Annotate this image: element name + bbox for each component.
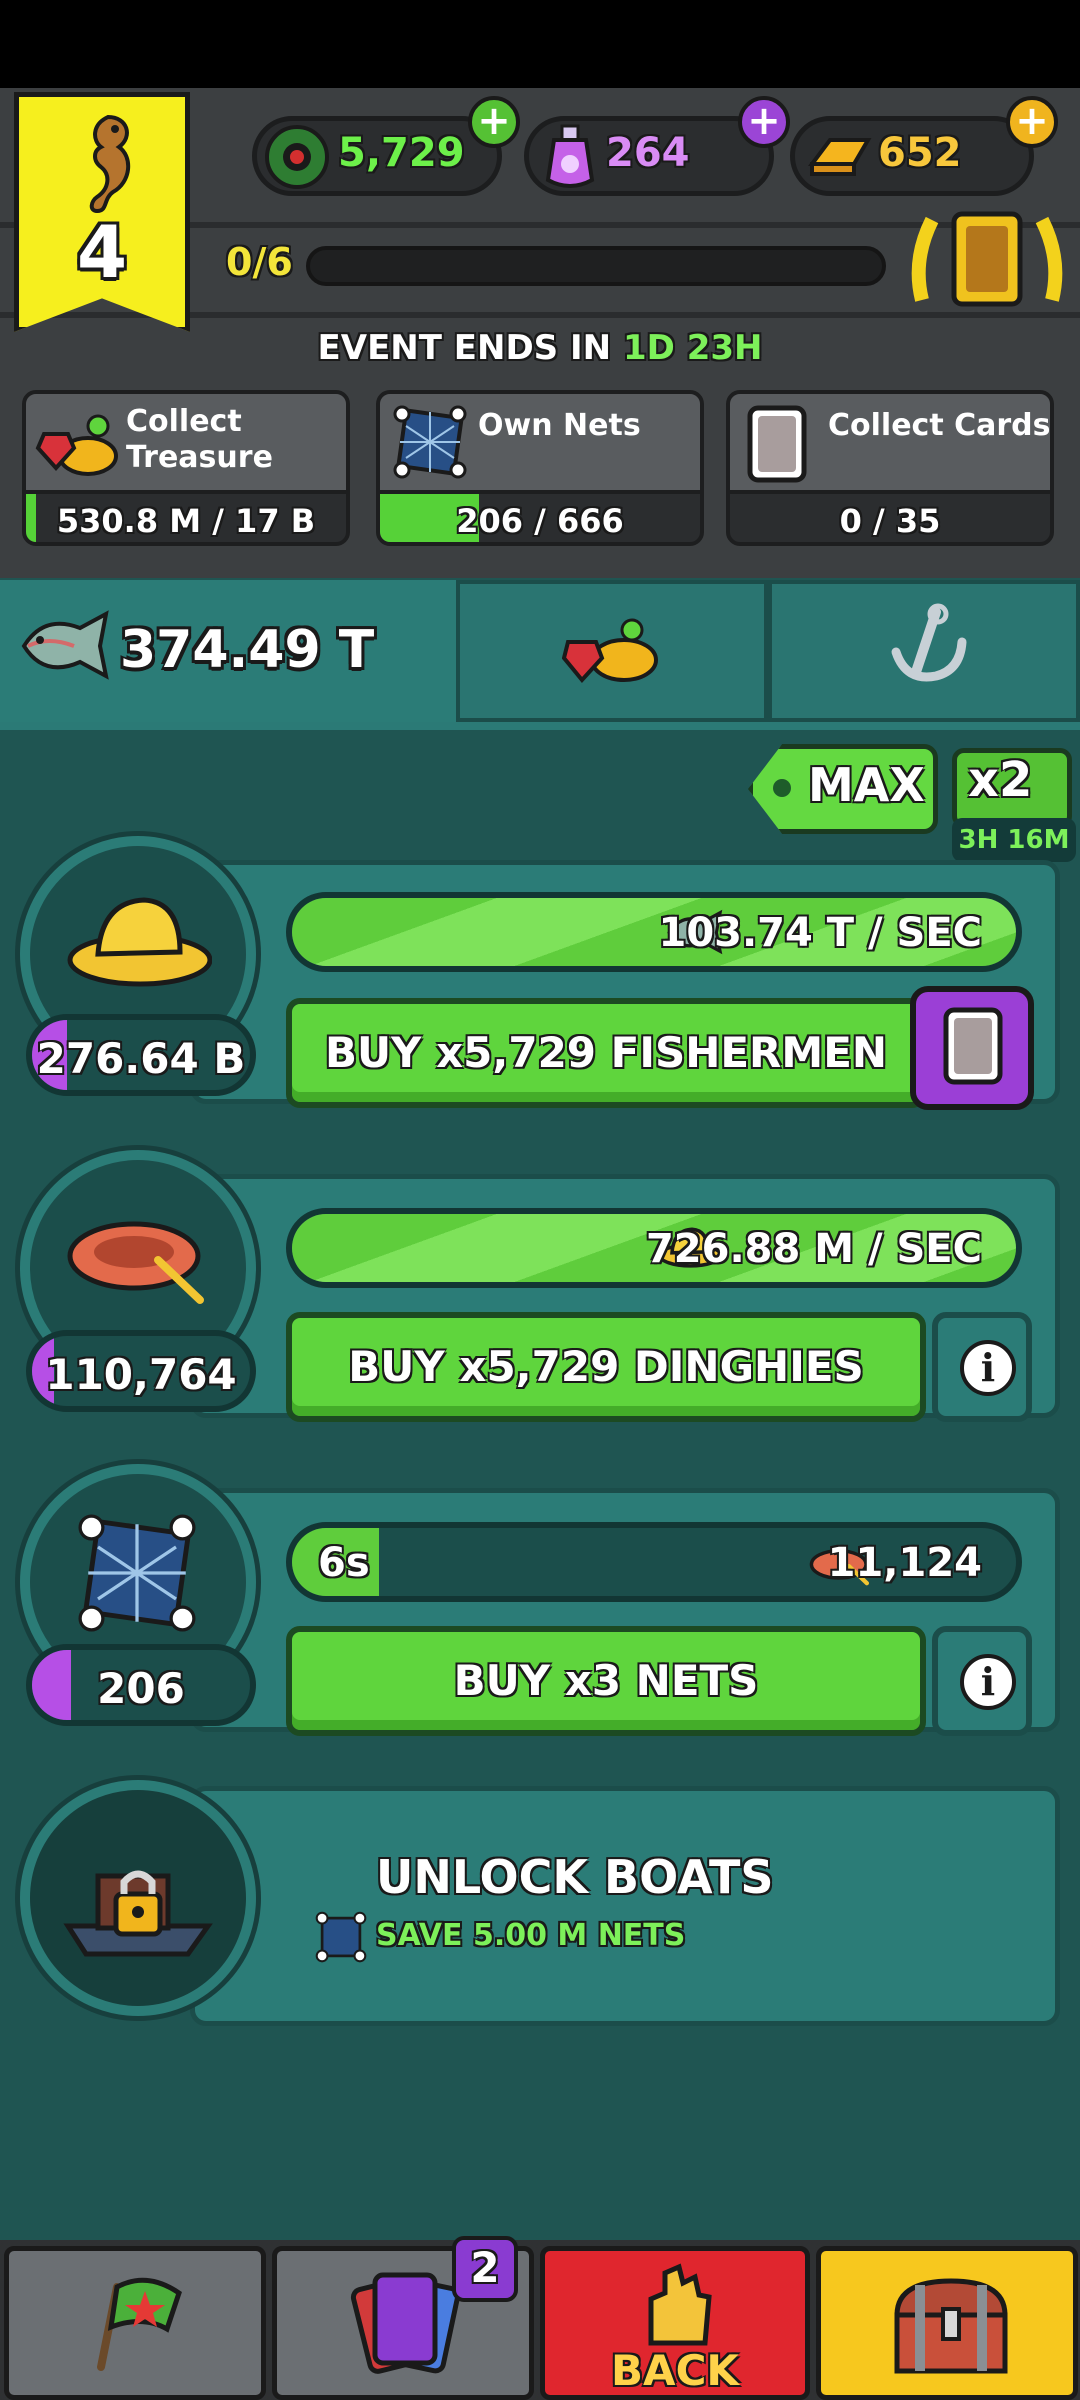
event-timer-days: 1D xyxy=(622,328,675,368)
quest-own-nets[interactable]: Own Nets 206 / 666 xyxy=(376,390,704,550)
nets-count: 206 xyxy=(26,1644,256,1726)
potion-value: 264 xyxy=(606,130,690,176)
dinghy-icon xyxy=(67,1221,204,1304)
gold-bar-icon xyxy=(808,138,872,176)
event-progress-bar xyxy=(306,246,886,286)
event-timer: EVENT ENDS IN 1D 23H xyxy=(0,328,1080,368)
cards-badge: 2 xyxy=(452,2236,518,2302)
quest-collect-cards[interactable]: Collect Cards 0 / 35 xyxy=(726,390,1054,550)
nav-flag-button[interactable] xyxy=(4,2246,266,2400)
max-label: MAX xyxy=(808,758,925,812)
add-potion-button[interactable]: + xyxy=(738,96,790,148)
card-icon xyxy=(747,405,807,483)
event-progress-label: 0/6 xyxy=(226,240,293,284)
buy-fishermen-button[interactable]: BUY x5,729 FISHERMEN xyxy=(286,998,926,1108)
card-icon xyxy=(943,1007,1003,1085)
net-icon xyxy=(78,1514,196,1632)
buy-dinghies-button[interactable]: BUY x5,729 DINGHIES xyxy=(286,1312,926,1422)
buy-nets-label: BUY x3 NETS xyxy=(453,1656,759,1705)
nav-chest-button[interactable] xyxy=(816,2246,1078,2400)
quest-progress-bar: 0 / 35 xyxy=(726,490,1054,546)
dinghies-rate-bar: 726.88 M / SEC xyxy=(286,1208,1022,1288)
fishermen-count-value: 276.64 B xyxy=(36,1034,246,1083)
info-icon: i xyxy=(960,1654,1016,1710)
unlock-boats-panel[interactable] xyxy=(190,1786,1060,2026)
locked-boat-icon xyxy=(63,1870,213,1957)
fishermen-rate-value: 103.74 T / SEC xyxy=(658,910,982,956)
info-icon: i xyxy=(960,1340,1016,1396)
quest-progress-bar: 206 / 666 xyxy=(376,490,704,546)
cannon-icon xyxy=(265,125,329,189)
treasure-icon xyxy=(562,618,658,684)
buy-nets-button[interactable]: BUY x3 NETS xyxy=(286,1626,926,1736)
nets-cost-value: 11,124 xyxy=(827,1540,982,1586)
back-label: BACK xyxy=(611,2346,739,2395)
nets-progress-bar: 6s 11,124 xyxy=(286,1522,1022,1602)
event-timer-hours: 23H xyxy=(686,328,763,368)
add-gold-button[interactable]: + xyxy=(1006,96,1058,148)
card-upgrade-button[interactable] xyxy=(910,986,1034,1110)
net-icon xyxy=(393,405,467,479)
gold-value: 652 xyxy=(878,130,962,176)
fish-icon xyxy=(21,610,109,680)
quest-progress-bar: 530.8 M / 17 B xyxy=(22,490,350,546)
nets-count-value: 206 xyxy=(97,1664,185,1713)
dinghies-count-value: 110,764 xyxy=(45,1350,237,1399)
fishermen-rate-bar: 103.74 T / SEC xyxy=(286,892,1022,972)
anchor-icon xyxy=(891,603,967,682)
unlock-title: UNLOCK BOATS xyxy=(376,1850,774,1904)
card-reward-icon[interactable] xyxy=(902,200,1072,320)
unlock-subtitle: SAVE 5.00 M NETS xyxy=(376,1918,686,1953)
fish-total: 374.49 T xyxy=(120,620,375,680)
fisherman-hat-icon xyxy=(67,897,212,987)
potion-icon xyxy=(545,124,595,188)
hand-icon xyxy=(648,2263,712,2346)
x2-timer: 3H 16M xyxy=(952,818,1076,862)
dinghies-count: 110,764 xyxy=(26,1330,256,1412)
nets-info-button[interactable]: i xyxy=(932,1626,1032,1736)
treasure-icon xyxy=(35,414,118,476)
level-number: 4 xyxy=(76,210,128,294)
quest-title: Own Nets xyxy=(478,408,641,443)
buy-dinghies-label: BUY x5,729 DINGHIES xyxy=(348,1342,864,1391)
treasure-chest-icon xyxy=(894,2278,1008,2374)
seahorse-icon xyxy=(89,114,130,214)
fishermen-count: 276.64 B xyxy=(26,1014,256,1096)
x2-label: x2 xyxy=(968,752,1033,808)
dot-icon xyxy=(773,779,791,797)
status-bar xyxy=(0,0,1080,88)
cash-value: 5,729 xyxy=(338,130,465,176)
quest-progress-value: 0 / 35 xyxy=(839,502,941,540)
quest-title: Collect Cards xyxy=(828,408,1051,443)
quest-progress-value: 530.8 M / 17 B xyxy=(56,502,316,540)
dinghies-rate-value: 726.88 M / SEC xyxy=(645,1226,982,1272)
add-cash-button[interactable]: + xyxy=(468,96,520,148)
dinghies-info-button[interactable]: i xyxy=(932,1312,1032,1422)
event-timer-prefix: EVENT ENDS IN xyxy=(317,328,623,368)
quest-title: Collect Treasure xyxy=(126,404,273,475)
quest-collect-treasure[interactable]: Collect Treasure 530.8 M / 17 B xyxy=(22,390,350,550)
nets-timer: 6s xyxy=(318,1540,370,1586)
flag-icon xyxy=(97,2277,182,2371)
buy-fishermen-label: BUY x5,729 FISHERMEN xyxy=(324,1028,888,1077)
quest-progress-value: 206 / 666 xyxy=(456,502,624,540)
net-icon xyxy=(315,1911,367,1963)
